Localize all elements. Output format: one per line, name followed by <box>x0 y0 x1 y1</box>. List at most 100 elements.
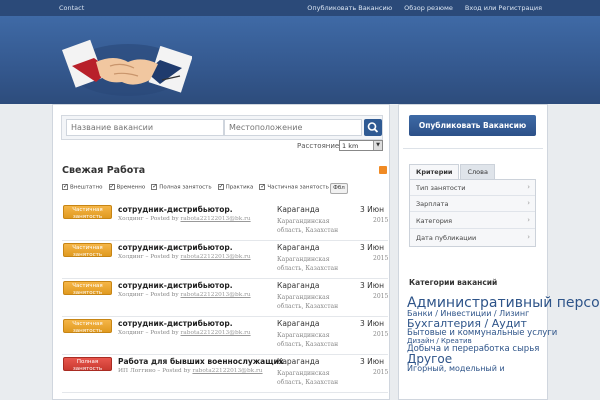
job-row[interactable]: Частичная занятость сотрудник-дистрибьюто… <box>62 241 388 279</box>
company-name: Холдинг <box>118 216 144 222</box>
job-date: 3 Июн <box>360 357 384 366</box>
tab-criteria[interactable]: Критерии <box>409 164 460 179</box>
filter-internship[interactable]: Практика <box>217 183 253 191</box>
criteria-list: Тип занятости › Зарплата › Категория › Дата… <box>409 179 536 247</box>
filter-full-time[interactable]: Полная занятость <box>151 183 212 191</box>
criteria-item-category[interactable]: Категория › <box>410 213 535 229</box>
job-title-input[interactable] <box>66 119 224 136</box>
job-location: Караганда <box>277 205 320 214</box>
job-region: Карагандинская область, Казахстан <box>277 294 339 310</box>
filter-button[interactable]: Фбл <box>330 183 348 194</box>
search-icon <box>367 122 379 133</box>
header-banner <box>0 16 600 104</box>
job-year: 2015 <box>373 293 389 300</box>
divider <box>403 148 543 149</box>
rss-icon[interactable] <box>379 166 387 174</box>
browse-resumes-link[interactable]: Обзор резюме <box>404 4 453 12</box>
distance-select[interactable]: 1 km ▼ <box>339 140 383 151</box>
poster-email-link[interactable]: rabota22122013@bk.ru <box>181 292 251 298</box>
poster-email-link[interactable]: rabota22122013@bk.ru <box>181 216 251 222</box>
category-tag-cloud: Административный персонал Банки / Инвест… <box>407 296 600 373</box>
company-name: Холдинг <box>118 254 144 260</box>
job-region: Карагандинская область, Казахстан <box>277 218 339 234</box>
checkbox-icon[interactable] <box>108 183 115 190</box>
job-region: Карагандинская область, Казахстан <box>277 370 339 386</box>
job-row[interactable]: Полная занятость Работа для бывших военно… <box>62 355 388 393</box>
company-name: Холдинг <box>118 292 144 298</box>
job-location: Караганда <box>277 281 320 290</box>
search-button[interactable] <box>364 119 382 136</box>
job-row[interactable]: Частичная занятость сотрудник-дистрибьюто… <box>62 317 388 355</box>
top-nav: Опубликовать Вакансию Обзор резюме Вход … <box>307 4 542 12</box>
job-title-link[interactable]: сотрудник-дистрибьютор. <box>118 319 233 328</box>
criteria-item-date[interactable]: Дата публикации › <box>410 230 535 246</box>
posted-by-label: Posted by <box>150 330 179 336</box>
sidebar-tabs: Критерии Слова <box>409 164 495 179</box>
job-type-badge: Частичная занятость <box>63 243 112 258</box>
job-type-badge: Частичная занятость <box>63 205 112 220</box>
job-year: 2015 <box>373 217 389 224</box>
job-location: Караганда <box>277 243 320 252</box>
distance-label: Расстояние <box>297 142 340 150</box>
job-type-badge: Полная занятость <box>63 357 112 372</box>
post-job-button[interactable]: Опубликовать Вакансию <box>409 115 536 136</box>
job-title-link[interactable]: сотрудник-дистрибьютор. <box>118 205 233 214</box>
location-input[interactable] <box>224 119 362 136</box>
filter-temporary[interactable]: Временно <box>108 183 145 191</box>
posted-by-label: Posted by <box>162 368 191 374</box>
job-year: 2015 <box>373 331 389 338</box>
contact-link[interactable]: Contact <box>59 4 84 12</box>
checkbox-icon[interactable] <box>259 183 265 190</box>
chevron-right-icon: › <box>527 216 530 224</box>
job-date: 3 Июн <box>360 205 384 214</box>
category-tag[interactable]: Игорный, модельный и <box>407 364 505 373</box>
job-title-link[interactable]: сотрудник-дистрибьютор. <box>118 281 233 290</box>
posted-by-label: Posted by <box>150 254 179 260</box>
post-job-link[interactable]: Опубликовать Вакансию <box>307 4 392 12</box>
job-row[interactable]: Частичная занятость сотрудник-дистрибьюто… <box>62 279 388 317</box>
job-title-link[interactable]: Работа для бывших военнослужащих <box>118 357 284 366</box>
checkbox-icon[interactable] <box>151 183 157 190</box>
checkbox-icon[interactable] <box>217 183 224 190</box>
checkbox-icon[interactable] <box>62 183 68 190</box>
job-date: 3 Июн <box>360 319 384 328</box>
job-date: 3 Июн <box>360 281 384 290</box>
chevron-down-icon: ▼ <box>373 141 382 150</box>
poster-email-link[interactable]: rabota22122013@bk.ru <box>181 330 251 336</box>
job-title-link[interactable]: сотрудник-дистрибьютор. <box>118 243 233 252</box>
chevron-right-icon: › <box>527 233 530 241</box>
posted-by-label: Posted by <box>150 216 179 222</box>
chevron-right-icon: › <box>527 183 530 191</box>
company-name: ИП Логгино <box>118 368 156 374</box>
job-meta: Холдинг – Posted by rabota22122013@bk.ru <box>118 292 251 298</box>
job-row[interactable]: Частичная занятость сотрудник-дистрибьюто… <box>62 203 388 241</box>
categories-title: Категории вакансий <box>409 278 498 287</box>
job-region: Карагандинская область, Казахстан <box>277 256 339 272</box>
job-type-filters: Внештатно Временно Полная занятость Прак… <box>62 183 329 191</box>
filter-freelance[interactable]: Внештатно <box>62 183 103 191</box>
criteria-item-employment-type[interactable]: Тип занятости › <box>410 180 535 196</box>
job-location: Караганда <box>277 357 320 366</box>
search-box <box>61 115 383 140</box>
handshake-icon[interactable] <box>62 36 192 98</box>
fresh-jobs-title: Свежая Работа <box>62 165 146 176</box>
job-location: Караганда <box>277 319 320 328</box>
top-bar: Contact Опубликовать Вакансию Обзор резю… <box>0 0 600 16</box>
tab-keywords[interactable]: Слова <box>460 164 495 179</box>
job-year: 2015 <box>373 369 389 376</box>
filter-part-time[interactable]: Частичная занятость <box>259 183 329 191</box>
poster-email-link[interactable]: rabota22122013@bk.ru <box>181 254 251 260</box>
job-meta: Холдинг – Posted by rabota22122013@bk.ru <box>118 216 251 222</box>
chevron-right-icon: › <box>527 199 530 207</box>
job-meta: ИП Логгино – Posted by rabota22122013@bk… <box>118 368 263 374</box>
job-region: Карагандинская область, Казахстан <box>277 332 339 348</box>
job-date: 3 Июн <box>360 243 384 252</box>
poster-email-link[interactable]: rabota22122013@bk.ru <box>192 368 262 374</box>
posted-by-label: Posted by <box>150 292 179 298</box>
criteria-item-salary[interactable]: Зарплата › <box>410 196 535 212</box>
login-register-link[interactable]: Вход или Регистрация <box>465 4 542 12</box>
job-year: 2015 <box>373 255 389 262</box>
distance-value: 1 km <box>342 142 359 150</box>
job-meta: Холдинг – Posted by rabota22122013@bk.ru <box>118 254 251 260</box>
job-meta: Холдинг – Posted by rabota22122013@bk.ru <box>118 330 251 336</box>
